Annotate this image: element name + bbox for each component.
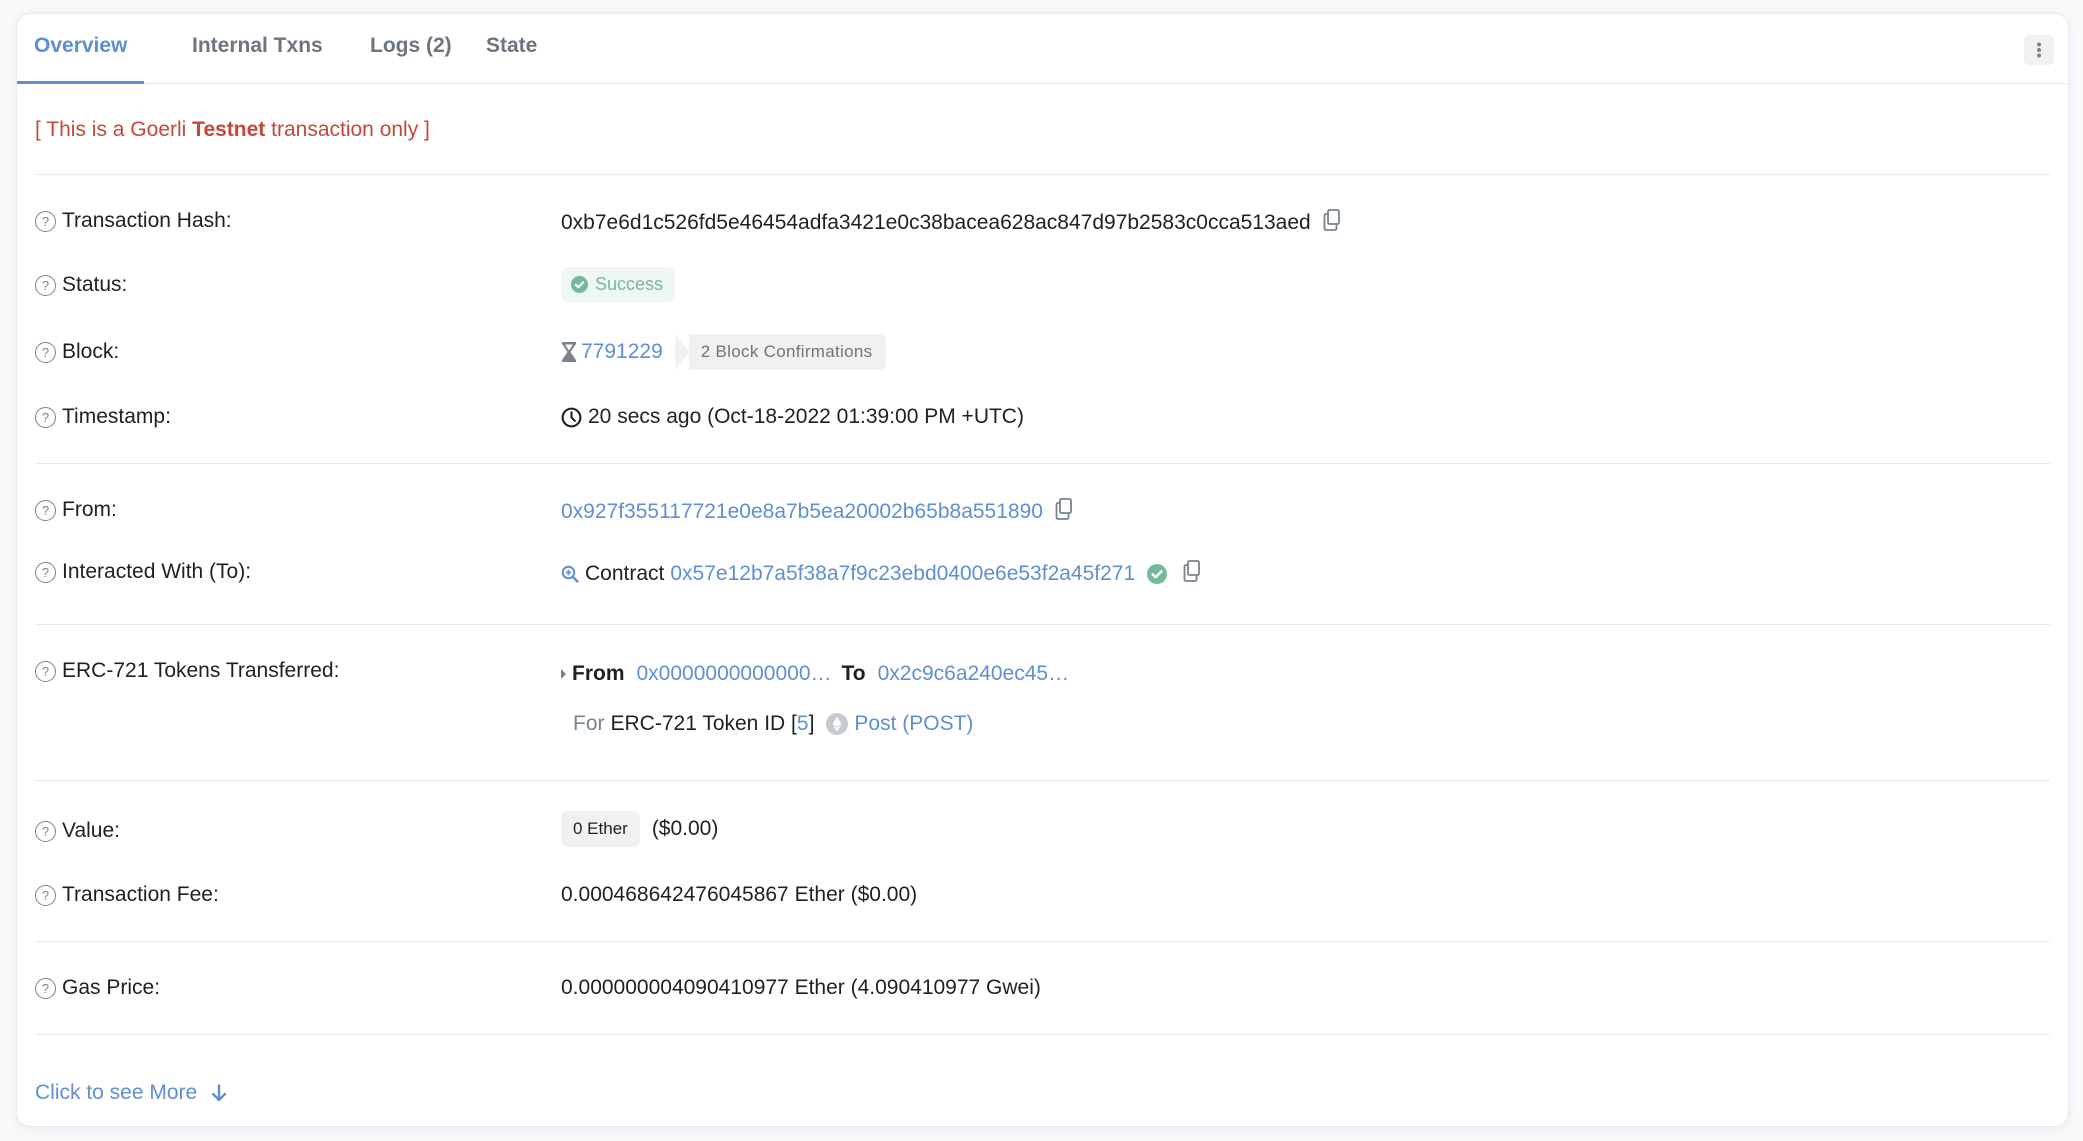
- timestamp-value: 20 secs ago (Oct-18-2022 01:39:00 PM +UT…: [561, 405, 1024, 429]
- help-icon[interactable]: ?: [35, 499, 56, 521]
- erc721-to-address-link[interactable]: 0x2c9c6a240ec45…: [878, 662, 1069, 686]
- caret-right-icon: [561, 669, 566, 679]
- divider: [35, 941, 2050, 942]
- label-text: Gas Price:: [62, 976, 161, 999]
- tab-logs[interactable]: Logs (2): [353, 14, 469, 84]
- copy-icon[interactable]: [1323, 209, 1341, 237]
- label-text: Transaction Hash:: [62, 209, 232, 232]
- timestamp-label: ? Timestamp:: [35, 405, 171, 429]
- token-id-text: ERC-721 Token ID [: [610, 712, 797, 735]
- label-text: ERC-721 Tokens Transferred:: [62, 659, 340, 682]
- gas-price-label: ? Gas Price:: [35, 976, 160, 1000]
- label-text: Status:: [62, 273, 128, 296]
- notice-bold: Testnet: [192, 118, 266, 141]
- status-text: Success: [595, 274, 664, 294]
- transaction-fee-value: 0.000468642476045867 Ether ($0.00): [561, 883, 917, 907]
- erc721-label: ? ERC-721 Tokens Transferred:: [35, 659, 339, 683]
- verified-check-icon: [1147, 564, 1168, 584]
- from-label: ? From:: [35, 498, 117, 522]
- divider: [35, 1034, 2050, 1035]
- token-id-link[interactable]: 5: [797, 712, 809, 736]
- interacted-with-value: Contract 0x57e12b7a5f38a7f9c23ebd0400e6e…: [561, 560, 1201, 588]
- token-id-close: ]: [808, 712, 815, 735]
- search-plus-icon[interactable]: [561, 565, 579, 583]
- help-icon[interactable]: ?: [35, 561, 56, 583]
- block-label: ? Block:: [35, 340, 119, 364]
- status-label: ? Status:: [35, 273, 127, 297]
- check-circle-icon: [571, 276, 588, 293]
- copy-icon[interactable]: [1055, 498, 1073, 526]
- help-icon[interactable]: ?: [35, 210, 56, 232]
- vertical-dots-icon: [2037, 42, 2041, 58]
- contract-prefix: Contract: [585, 562, 665, 585]
- transaction-hash: 0xb7e6d1c526fd5e46454adfa3421e0c38bacea6…: [561, 211, 1311, 234]
- for-label: For: [573, 712, 605, 735]
- contract-address-link[interactable]: 0x57e12b7a5f38a7f9c23ebd0400e6e53f2a45f2…: [670, 562, 1135, 586]
- label-text: Transaction Fee:: [62, 883, 219, 906]
- transaction-card: Overview Internal Txns Logs (2) State [ …: [16, 13, 2069, 1127]
- help-icon[interactable]: ?: [35, 820, 56, 842]
- block-value: 7791229 2 Block Confirmations: [561, 334, 887, 370]
- see-more-link[interactable]: Click to see More: [35, 1081, 227, 1105]
- see-more-text: Click to see More: [35, 1081, 198, 1104]
- transaction-hash-label: ? Transaction Hash:: [35, 209, 232, 233]
- tab-state[interactable]: State: [469, 14, 554, 84]
- testnet-notice: [ This is a Goerli Testnet transaction o…: [35, 118, 430, 142]
- help-icon[interactable]: ?: [35, 660, 56, 682]
- transaction-fee-label: ? Transaction Fee:: [35, 883, 219, 907]
- interacted-with-label: ? Interacted With (To):: [35, 560, 251, 584]
- gas-price-value: 0.000000004090410977 Ether (4.090410977 …: [561, 976, 1041, 1000]
- notice-suffix: transaction only ]: [265, 118, 430, 141]
- erc721-transfer-line: From 0x0000000000000… To 0x2c9c6a240ec45…: [561, 662, 1069, 686]
- from-value: 0x927f355117721e0e8a7b5ea20002b65b8a5518…: [561, 498, 1073, 526]
- tab-bar: Overview Internal Txns Logs (2) State: [17, 14, 2068, 84]
- label-text: Interacted With (To):: [62, 560, 252, 583]
- copy-icon[interactable]: [1183, 560, 1201, 588]
- clock-icon: [561, 407, 582, 427]
- help-icon[interactable]: ?: [35, 406, 56, 428]
- transaction-fee: 0.000468642476045867 Ether ($0.00): [561, 883, 918, 906]
- status-badge: Success: [561, 267, 676, 302]
- divider: [35, 174, 2050, 175]
- ether-amount-badge: 0 Ether: [561, 811, 640, 847]
- usd-value: ($0.00): [651, 817, 719, 840]
- help-icon[interactable]: ?: [35, 977, 56, 999]
- label-text: Block:: [62, 340, 120, 363]
- transaction-hash-value: 0xb7e6d1c526fd5e46454adfa3421e0c38bacea6…: [561, 209, 1341, 237]
- erc721-to-label: To: [841, 662, 866, 685]
- from-address-link[interactable]: 0x927f355117721e0e8a7b5ea20002b65b8a5518…: [561, 500, 1043, 524]
- gas-price: 0.000000004090410977 Ether (4.090410977 …: [561, 976, 1041, 999]
- ethereum-token-icon: [826, 713, 849, 735]
- tab-internal-txns[interactable]: Internal Txns: [175, 14, 340, 84]
- divider: [35, 463, 2050, 464]
- erc721-from-label: From: [572, 662, 625, 685]
- status-value: Success: [561, 267, 676, 302]
- divider: [35, 624, 2050, 625]
- divider: [35, 780, 2050, 781]
- help-icon[interactable]: ?: [35, 884, 56, 906]
- tab-overview[interactable]: Overview: [17, 14, 145, 84]
- value-value: 0 Ether ($0.00): [561, 811, 718, 847]
- label-text: Value:: [62, 819, 120, 842]
- timestamp-text: 20 secs ago (Oct-18-2022 01:39:00 PM +UT…: [588, 405, 1024, 428]
- notice-prefix: [ This is a Goerli: [35, 118, 193, 141]
- label-text: From:: [62, 498, 117, 521]
- value-label: ? Value:: [35, 819, 120, 843]
- help-icon[interactable]: ?: [35, 341, 56, 363]
- label-text: Timestamp:: [62, 405, 171, 428]
- more-options-button[interactable]: [2024, 35, 2054, 65]
- erc721-from-address-link[interactable]: 0x0000000000000…: [637, 662, 832, 686]
- help-icon[interactable]: ?: [35, 274, 56, 296]
- hourglass-icon: [562, 342, 576, 362]
- token-name-link[interactable]: Post (POST): [854, 712, 973, 736]
- erc721-token-line: For ERC-721 Token ID [5] Post (POST): [573, 712, 973, 736]
- block-confirmations-badge: 2 Block Confirmations: [674, 334, 887, 370]
- block-number-link[interactable]: 7791229: [581, 340, 663, 364]
- arrow-down-icon: [212, 1084, 227, 1102]
